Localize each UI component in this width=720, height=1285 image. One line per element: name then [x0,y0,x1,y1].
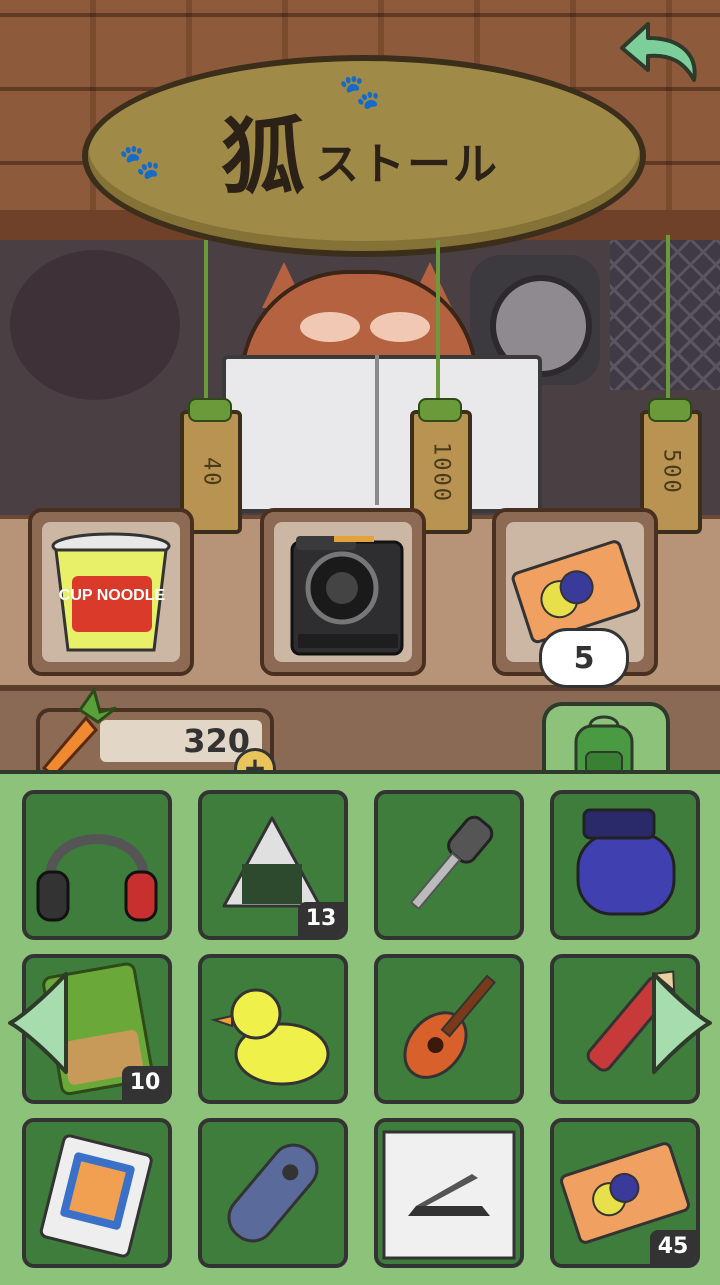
boxing-glove-icon [576,808,676,916]
shop-sign-title: 狐 ストール [120,95,600,206]
carrot-icon [41,688,117,779]
newspaper [222,355,542,513]
window-lattice [610,240,720,390]
fox-eye-right [370,312,430,342]
price-tag-3-value: 500 [658,449,684,495]
item-count-badge: 45 [650,1230,696,1264]
shop-slot-2[interactable] [260,508,426,676]
remote-control-icon [227,1143,319,1243]
inventory-slot-2[interactable]: 13 [198,790,348,940]
ukulele-icon [403,974,497,1079]
previous-page-button[interactable] [4,968,74,1078]
phone-box-icon [39,1134,153,1258]
item-count-badge: 10 [122,1066,168,1100]
cup-noodle-icon: CUP NOODLE [51,532,171,652]
tag-bow [188,398,232,422]
item-count-badge: 13 [298,902,344,936]
inventory-slot-12[interactable]: 45 [550,1118,700,1268]
inventory-slot-4[interactable] [550,790,700,940]
sign-kanji: 狐 [220,106,305,206]
inventory-slot-9[interactable] [22,1118,172,1268]
camera-icon [290,536,404,656]
inventory-slot-10[interactable] [198,1118,348,1268]
inventory-slot-3[interactable] [374,790,524,940]
fox-eye-left [300,312,360,342]
headphones-icon [36,834,158,922]
ticket-stock-badge: 5 [539,628,629,688]
tag-bow [648,398,692,422]
newspaper-fold [375,355,379,505]
tag-string [436,240,440,400]
carrot-count: 320 [183,722,250,760]
inventory-slot-7[interactable] [374,954,524,1104]
next-page-button[interactable] [646,968,716,1078]
price-tag-1-value: 40 [198,456,224,488]
cup-noodle-label: CUP NOODLE [59,587,166,604]
inventory-slot-11[interactable] [374,1118,524,1268]
tag-string [204,240,208,400]
sign-kana: ストール [315,139,499,190]
back-button[interactable] [618,18,708,88]
inventory-slot-6[interactable] [198,954,348,1104]
paper-fan-decoration [10,250,180,400]
tag-string [666,235,670,400]
price-tag-2-value: 1000 [428,441,454,503]
laptop-box-icon [382,1130,516,1260]
tag-bow [418,398,462,422]
rubber-duck-icon [210,988,330,1086]
key-icon [409,815,494,911]
shop-slot-1[interactable]: CUP NOODLE [28,508,194,676]
inventory-slot-1[interactable] [22,790,172,940]
back-arrow-icon [620,22,697,82]
